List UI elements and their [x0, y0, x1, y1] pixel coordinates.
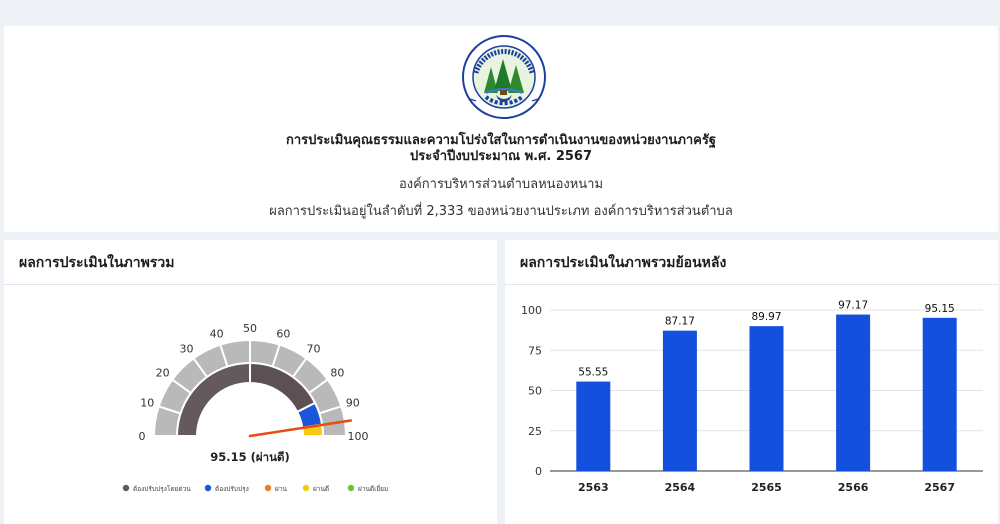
y-tick-label: 0 — [535, 465, 542, 478]
bar — [749, 326, 784, 471]
gauge-tick-label: 40 — [210, 327, 224, 340]
bar-value-label: 97.17 — [838, 300, 868, 312]
history-assessment-card: ผลการประเมินในภาพรวมย้อนหลัง 0 25 50 75 100 5… — [505, 240, 998, 524]
gauge-tick-label: 60 — [276, 327, 290, 340]
history-bar-chart: 0 25 50 75 100 55.55 2563 87.17 2564 89.97 2565 97.… — [521, 300, 983, 494]
bar — [662, 330, 697, 471]
bar — [922, 317, 957, 471]
y-tick-label: 75 — [528, 344, 542, 357]
gauge-tick-label: 100 — [348, 430, 369, 443]
gauge-tick-label: 80 — [330, 367, 344, 380]
score-gauge: 0 10 20 30 40 50 60 70 80 90 100 95.15 (ผ่านดี) ต้อง… — [122, 322, 388, 493]
organization-logo — [462, 35, 546, 119]
y-tick-label: 50 — [528, 385, 542, 398]
bar-value-label: 87.17 — [665, 316, 695, 328]
legend-dot — [347, 484, 355, 492]
history-card-title: ผลการประเมินในภาพรวมย้อนหลัง — [520, 255, 727, 271]
x-tick-label: 2566 — [838, 481, 869, 494]
legend-dot — [204, 484, 212, 492]
x-tick-label: 2565 — [751, 481, 782, 494]
bar — [836, 314, 871, 471]
y-tick-label: 100 — [521, 304, 542, 317]
bar-value-label: 55.55 — [578, 367, 608, 379]
x-tick-label: 2563 — [578, 481, 609, 494]
legend-dot — [264, 484, 272, 492]
x-tick-label: 2564 — [665, 481, 696, 494]
legend-dot — [302, 484, 310, 492]
gauge-tick-label: 90 — [346, 397, 360, 410]
organization-name: องค์การบริหารส่วนตำบลหนองหนาม — [398, 177, 604, 192]
summary-card: การประเมินคุณธรรมและความโปร่งใสในการดำเน… — [4, 26, 998, 232]
gauge-tick-label: 70 — [306, 343, 320, 356]
gauge-tick-label: 50 — [243, 322, 257, 335]
legend-label: ผ่าน — [275, 485, 287, 493]
overall-card-title: ผลการประเมินในภาพรวม — [19, 255, 175, 271]
legend-label: ผ่านดี — [313, 485, 329, 493]
gauge-tick-label: 20 — [156, 367, 170, 380]
ranking-text: ผลการประเมินอยู่ในลำดับที่ 2,333 ของหน่ว… — [269, 204, 733, 219]
bar — [576, 381, 611, 471]
gauge-tick-label: 30 — [180, 343, 194, 356]
bar-value-label: 89.97 — [751, 311, 781, 323]
legend-dot — [122, 484, 130, 492]
gauge-tick-label: 10 — [140, 397, 154, 410]
bar-value-label: 95.15 — [925, 303, 955, 315]
gauge-value-label: 95.15 (ผ่านดี) — [210, 450, 289, 464]
legend-label: ผ่านดีเยี่ยม — [358, 484, 388, 493]
x-tick-label: 2567 — [924, 481, 955, 494]
fiscal-year-title: ประจำปีงบประมาณ พ.ศ. 2567 — [409, 149, 593, 164]
overall-assessment-card: ผลการประเมินในภาพรวม 0 10 20 30 40 50 60 70 80 90… — [4, 240, 497, 524]
y-tick-label: 25 — [528, 425, 542, 438]
legend-label: ต้องปรับปรุง — [215, 485, 249, 493]
gauge-tick-label: 0 — [139, 430, 146, 443]
legend-label: ต้องปรับปรุงโดยด่วน — [133, 485, 191, 493]
